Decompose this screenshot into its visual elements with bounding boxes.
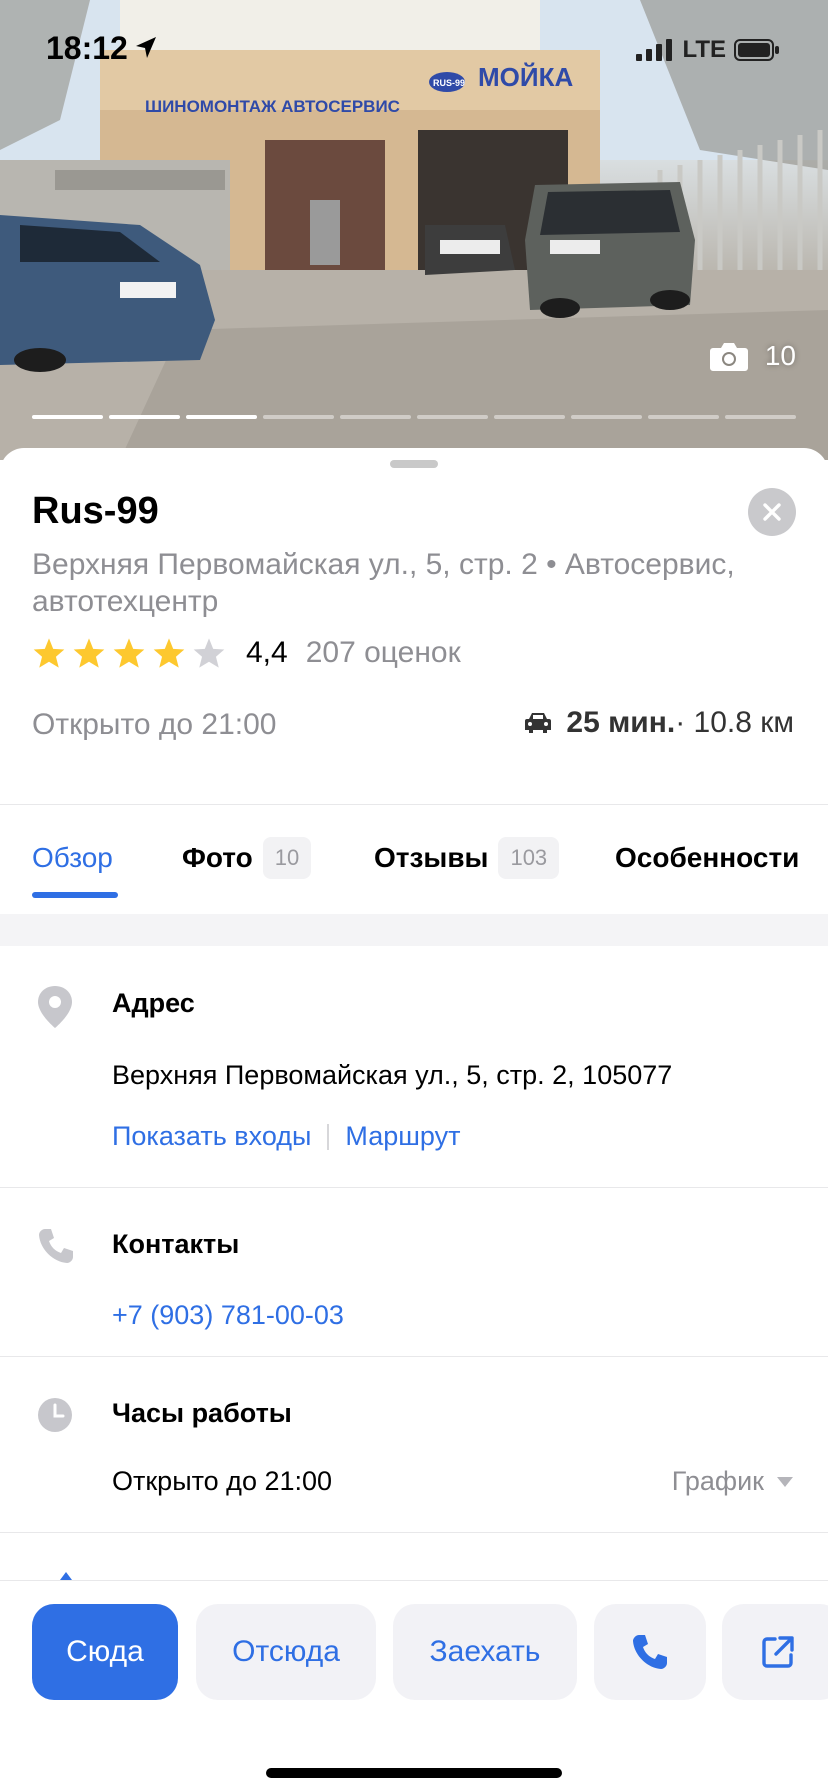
photo-counter[interactable]: 10 xyxy=(709,340,796,372)
route-from-button[interactable]: Отсюда xyxy=(196,1604,376,1700)
photo-progress xyxy=(32,415,796,419)
share-icon xyxy=(762,1636,794,1668)
progress-segment xyxy=(571,415,642,419)
place-card-screen: ШИНОМОНТАЖ АВТОСЕРВИС RUS-99 МОЙКА 18:12… xyxy=(0,0,828,1792)
status-time: 18:12 xyxy=(46,30,128,66)
address-title: Адрес xyxy=(112,988,195,1018)
tab-reviews[interactable]: Отзывы 103 xyxy=(374,808,560,908)
phone-icon xyxy=(39,1229,73,1263)
schedule-label: График xyxy=(671,1466,764,1496)
rating-stars xyxy=(32,637,226,669)
star-empty-icon xyxy=(193,638,225,668)
route-time: 25 мин. xyxy=(566,706,676,739)
home-indicator[interactable] xyxy=(266,1768,562,1778)
progress-segment xyxy=(494,415,565,419)
drag-handle[interactable] xyxy=(390,460,438,468)
location-arrow-icon xyxy=(136,37,156,58)
progress-segment xyxy=(109,415,180,419)
stop-by-label: Заехать xyxy=(429,1635,541,1668)
divider xyxy=(0,1187,828,1188)
status-right-indicators: LTE xyxy=(636,36,780,64)
chevron-down-icon xyxy=(777,1476,793,1487)
active-tab-indicator xyxy=(32,892,118,898)
tab-label: Обзор xyxy=(32,842,113,873)
close-button[interactable] xyxy=(748,488,796,536)
progress-segment xyxy=(417,415,488,419)
place-subtitle: Верхняя Первомайская ул., 5, стр. 2 • Ав… xyxy=(32,548,735,618)
call-button[interactable] xyxy=(594,1604,706,1700)
divider xyxy=(0,1356,828,1357)
tab-badge: 103 xyxy=(498,837,560,879)
open-status: Открыто до 21:00 xyxy=(32,708,277,741)
star-icon xyxy=(153,638,185,668)
star-icon xyxy=(73,638,105,668)
tab-label: Особенности xyxy=(615,842,800,873)
schedule-toggle[interactable]: График xyxy=(672,1466,794,1497)
place-name: Rus-99 xyxy=(32,490,159,532)
progress-segment xyxy=(340,415,411,419)
tab-features[interactable]: Особенности xyxy=(615,808,799,908)
network-type: LTE xyxy=(682,36,726,63)
route-here-button[interactable]: Сюда xyxy=(32,1604,178,1700)
progress-segment xyxy=(186,415,257,419)
clock-icon xyxy=(38,1398,72,1432)
phone-number-link[interactable]: +7 (903) 781-00-03 xyxy=(112,1300,344,1331)
address-text[interactable]: Верхняя Первомайская ул., 5, стр. 2, 105… xyxy=(112,1060,672,1091)
star-icon xyxy=(33,638,65,668)
signal-bars-icon xyxy=(636,39,673,61)
place-photo[interactable]: ШИНОМОНТАЖ АВТОСЕРВИС RUS-99 МОЙКА 18:12… xyxy=(0,0,828,460)
divider xyxy=(0,804,828,805)
route-info[interactable]: 25 мин. · 10.8 км xyxy=(524,706,794,740)
show-entrances-link[interactable]: Показать входы xyxy=(112,1121,311,1152)
close-icon xyxy=(763,503,781,521)
progress-segment xyxy=(725,415,796,419)
section-icon-peek xyxy=(60,1572,72,1580)
route-from-label: Отсюда xyxy=(232,1635,340,1668)
contacts-title: Контакты xyxy=(112,1229,240,1259)
rating-value: 4,4 xyxy=(246,636,288,669)
progress-segment xyxy=(32,415,103,419)
progress-segment xyxy=(648,415,719,419)
rating-count: 207 оценок xyxy=(305,636,461,669)
route-here-label: Сюда xyxy=(66,1635,144,1668)
tab-bar: Обзор Фото 10 Отзывы 103 Особенности xyxy=(0,808,828,908)
route-distance: · 10.8 км xyxy=(675,706,794,739)
car-icon xyxy=(525,713,552,733)
hours-title: Часы работы xyxy=(112,1398,292,1428)
battery-icon xyxy=(734,39,779,61)
route-link[interactable]: Маршрут xyxy=(345,1121,460,1152)
map-pin-icon xyxy=(38,986,72,1028)
tab-label: Отзывы xyxy=(374,842,489,873)
status-bar: 18:12 LTE xyxy=(0,0,828,100)
divider xyxy=(0,1580,828,1581)
link-separator xyxy=(327,1123,330,1150)
tab-label: Фото xyxy=(182,842,253,873)
tab-badge: 10 xyxy=(262,837,312,879)
rating-row[interactable]: 4,4 207 оценок xyxy=(32,636,461,670)
divider xyxy=(0,1532,828,1533)
photo-count: 10 xyxy=(764,340,796,371)
hours-text: Открыто до 21:00 xyxy=(112,1466,333,1496)
tab-photos[interactable]: Фото 10 xyxy=(182,808,312,908)
share-button[interactable] xyxy=(722,1604,828,1700)
camera-icon xyxy=(709,343,748,371)
progress-segment xyxy=(263,415,334,419)
stop-by-button[interactable]: Заехать xyxy=(393,1604,577,1700)
address-links: Показать входы Маршрут xyxy=(112,1121,460,1152)
action-bar: Сюда Отсюда Заехать xyxy=(0,1580,828,1792)
star-icon xyxy=(113,638,145,668)
section-separator xyxy=(0,914,828,946)
phone-icon xyxy=(633,1635,667,1669)
